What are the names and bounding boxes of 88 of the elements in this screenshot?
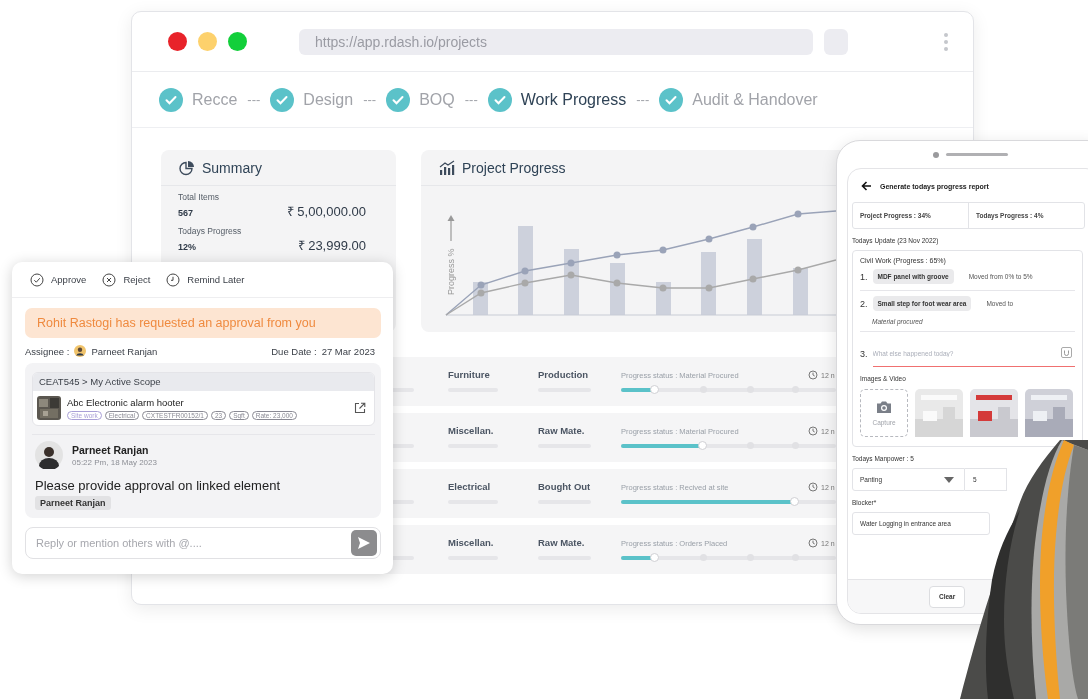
data-point	[521, 267, 529, 275]
back-arrow-icon[interactable]	[861, 181, 872, 191]
minimize-button[interactable]	[198, 32, 217, 51]
card-title: Project Progress	[462, 159, 566, 176]
stat-amount: ₹ 23,999.00	[297, 238, 366, 253]
scope-path: CEAT545 > My Active Scope	[33, 373, 374, 391]
attach-icon[interactable]	[1061, 347, 1072, 358]
camera-icon	[876, 400, 892, 414]
mention-chip[interactable]: Parneet Ranjan	[35, 496, 111, 510]
data-point	[705, 235, 713, 243]
step-separator: ---	[247, 92, 261, 107]
field-label: Due Date :	[271, 345, 317, 357]
avatar-icon	[74, 345, 87, 357]
pie-chart-icon	[179, 159, 195, 176]
stat-label: Total Items	[178, 192, 221, 203]
menu-icon[interactable]	[943, 31, 949, 52]
data-point	[749, 275, 757, 283]
action-button[interactable]: Reject	[102, 272, 151, 287]
data-point	[567, 271, 575, 279]
data-point	[794, 266, 802, 274]
external-link-icon[interactable]	[354, 402, 366, 414]
clock-icon	[808, 426, 818, 436]
step-tab[interactable]: Work Progress	[487, 87, 627, 112]
data-point	[749, 223, 757, 231]
stat-amount: ₹ 5,00,000.00	[286, 204, 366, 219]
slider-thumb[interactable]	[790, 497, 800, 506]
type-text: Bought Out	[538, 481, 592, 492]
category-text: Miscellan.	[448, 537, 495, 548]
data-point	[659, 246, 667, 254]
card-title: Summary	[202, 159, 262, 176]
chart-bar	[610, 263, 625, 315]
chart-bar	[701, 252, 716, 315]
clock-icon	[808, 370, 818, 380]
clock-icon	[808, 538, 818, 548]
due-date: 27 Mar 2023	[321, 345, 375, 357]
stat-count: 567	[178, 207, 194, 220]
axis-label: Progress %	[446, 248, 456, 295]
category-text: Electrical	[448, 481, 492, 492]
assignee-name: Parneet Ranjan	[91, 345, 158, 357]
check-icon	[30, 272, 44, 287]
data-point	[521, 279, 529, 287]
send-icon	[357, 536, 371, 550]
check-icon	[659, 87, 684, 112]
slider-thumb[interactable]	[697, 441, 707, 450]
check-icon	[386, 87, 411, 112]
type-text: Raw Mate.	[538, 425, 586, 436]
action-button[interactable]: Remind Later	[166, 272, 245, 287]
bar-chart-icon	[439, 159, 455, 176]
maximize-button[interactable]	[228, 32, 247, 51]
data-point	[705, 284, 713, 292]
stat-label: Todays Progress	[178, 226, 243, 237]
data-point	[613, 251, 621, 259]
close-icon	[102, 272, 117, 287]
stat-count: 12%	[178, 241, 196, 254]
data-point	[794, 210, 802, 218]
data-point	[613, 279, 621, 287]
type-text: Raw Mate.	[538, 537, 586, 548]
clock-icon	[808, 482, 818, 492]
check-icon	[159, 87, 183, 112]
close-button[interactable]	[168, 32, 187, 51]
entry-number: 2.	[860, 298, 868, 309]
step-separator: ---	[363, 92, 377, 107]
comment-author: Parneet Ranjan	[72, 443, 150, 456]
caret-icon	[944, 476, 954, 483]
data-point	[567, 259, 575, 267]
field-label: Assignee :	[25, 345, 70, 357]
speaker-bar	[946, 153, 1008, 156]
avatar-icon	[35, 441, 63, 469]
step-separator: ---	[464, 92, 478, 107]
category-text: Miscellan.	[448, 425, 495, 436]
axis-arrow-icon	[447, 215, 455, 242]
check-icon	[270, 87, 295, 112]
type-text: Production	[538, 369, 590, 380]
entry-number: 1.	[860, 271, 868, 282]
entry-number: 3.	[860, 348, 868, 359]
request-banner: Rohit Rastogi has requested an approval from you	[25, 308, 381, 338]
camera-dot	[933, 151, 939, 158]
reply-field[interactable]: Reply or mention others with @....	[25, 527, 381, 559]
slider-thumb[interactable]	[650, 385, 660, 394]
check-icon	[487, 87, 512, 112]
category-text: Furniture	[448, 369, 491, 380]
clock-icon	[166, 272, 181, 287]
comment-time: 05:22 Pm, 18 May 2023	[72, 457, 157, 467]
slider-thumb[interactable]	[650, 553, 660, 562]
send-button[interactable]	[351, 530, 377, 556]
step-separator: ---	[636, 92, 650, 107]
data-point	[659, 284, 667, 292]
action-button[interactable]: Approve	[30, 272, 87, 287]
